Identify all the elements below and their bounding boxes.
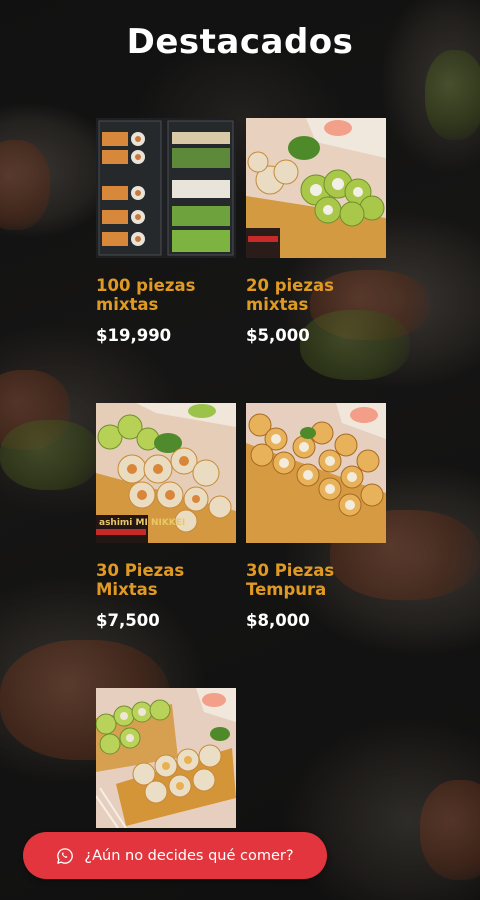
product-price: $8,000 [246,611,310,630]
product-name[interactable]: 100 piezas mixtas [96,276,236,314]
sushi-board-icon[interactable] [246,403,386,543]
product-name[interactable]: 20 piezas mixtas [246,276,386,314]
sushi-tray-icon[interactable] [96,118,236,258]
product-card[interactable]: 100 piezas mixtas $19,990 [96,118,236,345]
product-price: $7,500 [96,611,160,630]
product-name[interactable]: 30 Piezas Tempura [246,561,386,599]
product-card[interactable]: ashimi MI NIKKEI 30 Piezas Mixtas $7,500 [96,403,236,630]
whatsapp-cta-label: ¿Aún no decides qué comer? [84,847,294,864]
sushi-board-icon[interactable] [96,688,236,828]
sushi-board-icon[interactable] [246,118,386,258]
whatsapp-icon [57,847,74,864]
product-card[interactable]: 30 Piezas Tempura $8,000 [246,403,386,630]
background-photo [0,0,480,900]
product-price: $19,990 [96,326,172,345]
image-caption: ashimi MI NIKKEI [99,518,185,528]
product-card[interactable]: 20 piezas mixtas $5,000 [246,118,386,345]
page-title: Destacados [126,22,354,62]
whatsapp-cta-button[interactable]: ¿Aún no decides qué comer? [23,832,327,879]
product-name[interactable]: 30 Piezas Mixtas [96,561,236,599]
product-price: $5,000 [246,326,310,345]
sushi-board-icon[interactable]: ashimi MI NIKKEI [96,403,236,543]
